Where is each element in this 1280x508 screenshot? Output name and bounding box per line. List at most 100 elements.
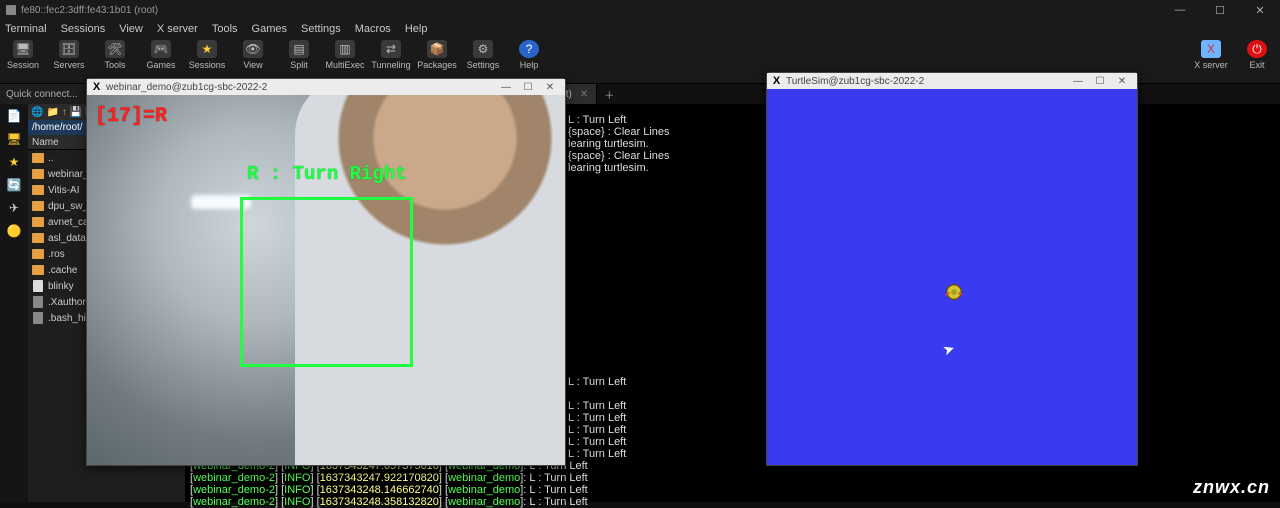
overlay-frame-index: [17]=R [95,105,167,128]
folder-icon [32,185,44,195]
side-icon-2[interactable]: 🖥 [4,129,24,149]
terminal-line: learing turtlesim. [568,162,649,174]
folder-icon [32,265,44,275]
side-iconbar: 📄 🖥 ★ 🔄 ✈ 🟡 [0,104,28,502]
maximize-button[interactable]: ☐ [1200,4,1240,17]
terminal-line: {space} : Clear Lines [568,126,670,138]
camera-window[interactable]: X webinar_demo@zub1cg-sbc-2022-2 — ☐ ✕ [… [86,78,566,466]
nav-disk-icon[interactable]: 💾 [70,107,82,118]
side-icon-4[interactable]: 🔄 [4,175,24,195]
eye-icon: 👁 [243,40,263,58]
terminal-log-line: [webinar_demo-2] [INFO] [1637343248.1466… [190,484,588,496]
tool-settings[interactable]: ⚙Settings [460,38,506,70]
exit-icon: ⏻ [1247,40,1267,58]
folder-icon [32,217,44,227]
maximize-button[interactable]: ☐ [1089,76,1111,87]
tool-servers[interactable]: 🗄Servers [46,38,92,70]
tools-icon: 🛠 [105,40,125,58]
nav-globe-icon[interactable]: 🌐 [31,107,43,118]
menu-games[interactable]: Games [252,23,287,35]
tool-exit[interactable]: ⏻Exit [1234,38,1280,70]
side-icon-1[interactable]: 📄 [4,106,24,126]
x11-icon: X [771,76,782,87]
close-button[interactable]: ✕ [1111,76,1133,87]
menu-help[interactable]: Help [405,23,428,35]
detection-bbox [240,197,413,367]
file-icon [33,296,43,308]
folder-icon [32,233,44,243]
tool-session[interactable]: 🖥Session [0,38,46,70]
menu-terminal[interactable]: Terminal [5,23,47,35]
session-icon: 🖥 [13,40,33,58]
turtlesim-window[interactable]: X TurtleSim@zub1cg-sbc-2022-2 — ☐ ✕ ➤ [766,72,1138,466]
star-icon: ★ [197,40,217,58]
app-icon [6,5,16,15]
menu-tools[interactable]: Tools [212,23,238,35]
folder-icon [32,153,44,163]
terminal-line: L : Turn Left [568,114,626,126]
terminal-line: L : Turn Left [568,412,626,424]
close-button[interactable]: ✕ [1240,4,1280,17]
menu-sessions[interactable]: Sessions [61,23,106,35]
tool-split[interactable]: ▤Split [276,38,322,70]
terminal-line: L : Turn Left [568,448,626,460]
tool-packages[interactable]: 📦Packages [414,38,460,70]
terminal-line: learing turtlesim. [568,138,649,150]
turtlesim-window-title: TurtleSim@zub1cg-sbc-2022-2 [786,76,924,87]
nav-up-icon[interactable]: ↑ [62,107,67,118]
terminal-log-line: [webinar_demo-2] [INFO] [1637343248.3581… [190,496,588,508]
camera-window-title: webinar_demo@zub1cg-sbc-2022-2 [106,82,267,93]
minimize-button[interactable]: — [1067,76,1089,87]
tool-games[interactable]: 🎮Games [138,38,184,70]
turtlesim-window-titlebar[interactable]: X TurtleSim@zub1cg-sbc-2022-2 — ☐ ✕ [767,73,1137,89]
tool-tunneling[interactable]: ⇄Tunneling [368,38,414,70]
tool-view[interactable]: 👁View [230,38,276,70]
nav-folder-icon[interactable]: 📁 [46,107,58,118]
terminal-line: L : Turn Left [568,424,626,436]
menu-view[interactable]: View [119,23,143,35]
file-icon [33,312,43,324]
tool-help[interactable]: ?Help [506,38,552,70]
maximize-button[interactable]: ☐ [517,82,539,93]
cursor-icon: ➤ [940,340,957,360]
tunneling-icon: ⇄ [381,40,401,58]
gear-icon: ⚙ [473,40,493,58]
tool-tools[interactable]: 🛠Tools [92,38,138,70]
folder-icon [32,201,44,211]
tool-multiexec[interactable]: ▥MultiExec [322,38,368,70]
tool-xserver[interactable]: XX server [1188,38,1234,70]
folder-icon [32,249,44,259]
servers-icon: 🗄 [59,40,79,58]
terminal-line: L : Turn Left [568,436,626,448]
help-icon: ? [519,40,539,58]
close-button[interactable]: ✕ [539,82,561,93]
turtle-icon [943,281,965,303]
close-icon[interactable]: ✕ [580,89,588,100]
minimize-button[interactable]: — [495,82,517,93]
minimize-button[interactable]: — [1160,4,1200,17]
tab-add-button[interactable]: ＋ [597,84,621,104]
menu-settings[interactable]: Settings [301,23,341,35]
side-icon-5[interactable]: ✈ [4,198,24,218]
folder-icon [32,169,44,179]
xserver-icon: X [1201,40,1221,58]
file-icon [33,280,43,292]
multiexec-icon: ▥ [335,40,355,58]
side-icon-3[interactable]: ★ [4,152,24,172]
side-icon-6[interactable]: 🟡 [4,221,24,241]
app-titlebar: fe80::fec2:3dff:fe43:1b01 (root) — ☐ ✕ [0,0,1280,20]
terminal-line: L : Turn Left [568,376,626,388]
menu-xserver[interactable]: X server [157,23,198,35]
menubar: Terminal Sessions View X server Tools Ga… [0,20,1280,38]
packages-icon: 📦 [427,40,447,58]
terminal-log-line: [webinar_demo-2] [INFO] [1637343247.9221… [190,472,588,484]
tool-sessions[interactable]: ★Sessions [184,38,230,70]
camera-feed: [17]=R R : Turn Right [87,95,565,465]
split-icon: ▤ [289,40,309,58]
terminal-line: L : Turn Left [568,400,626,412]
terminal-line: {space} : Clear Lines [568,150,670,162]
camera-window-titlebar[interactable]: X webinar_demo@zub1cg-sbc-2022-2 — ☐ ✕ [87,79,565,95]
turtlesim-canvas[interactable]: ➤ [767,89,1137,465]
menu-macros[interactable]: Macros [355,23,391,35]
watermark: znwx.cn [1193,477,1270,498]
